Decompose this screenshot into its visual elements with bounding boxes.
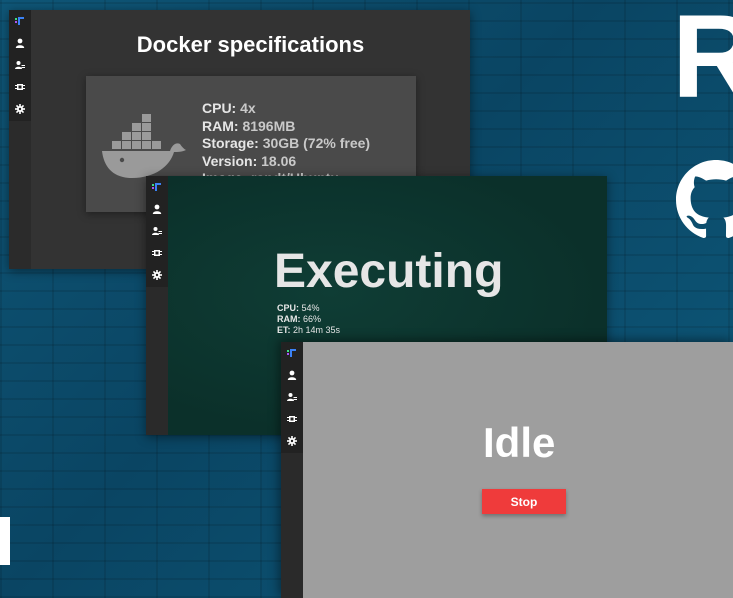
spec-label: Version: [202,152,258,169]
user-management-icon[interactable] [9,54,31,76]
sidebar-empty-area [281,453,303,598]
background-letter: R [672,0,733,123]
sidebar [9,10,31,121]
spec-value: 8196MB [242,117,296,134]
app-logo-icon[interactable] [146,176,168,198]
gear-icon[interactable] [146,264,168,286]
spec-ram: RAM: 8196MB [202,118,370,136]
stop-button[interactable]: Stop [482,489,566,514]
status-heading: Executing [274,245,504,298]
cpu-chip-icon[interactable] [9,76,31,98]
sidebar-empty-area [146,287,168,435]
stat-cpu: CPU: 54% [277,303,340,314]
spec-label: RAM: [202,117,239,134]
spec-value: 18.06 [261,152,297,169]
stat-elapsed-time: ET: 2h 14m 35s [277,325,340,336]
stat-label: CPU: [277,303,299,313]
app-logo-icon[interactable] [9,10,31,32]
spec-version: Version: 18.06 [202,153,370,171]
stat-label: RAM: [277,314,301,324]
user-icon[interactable] [281,364,303,386]
spec-label: CPU: [202,100,237,116]
user-icon[interactable] [9,32,31,54]
user-management-icon[interactable] [146,220,168,242]
app-logo-icon[interactable] [281,342,303,364]
status-heading: Idle [483,419,556,466]
spec-value: 30GB (72% free) [262,135,371,151]
stat-label: ET: [277,325,291,335]
stat-ram: RAM: 66% [277,314,340,325]
docker-spec-list: CPU: 4x RAM: 8196MB Storage: 30GB (72% f… [202,100,370,188]
spec-storage: Storage: 30GB (72% free) [202,135,370,153]
background-shape [0,517,10,565]
cpu-chip-icon[interactable] [146,242,168,264]
user-management-icon[interactable] [281,386,303,408]
user-icon[interactable] [146,198,168,220]
cpu-chip-icon[interactable] [281,408,303,430]
spec-cpu: CPU: 4x [202,100,370,118]
execution-stats: CPU: 54% RAM: 66% ET: 2h 14m 35s [277,303,340,336]
sidebar-empty-area [9,121,31,269]
stat-value: 54% [301,303,320,313]
idle-window: Idle Stop [281,342,733,598]
sidebar [146,176,168,287]
gear-icon[interactable] [9,98,31,120]
page-title: Docker specifications [136,32,365,57]
spec-value: 4x [240,100,256,116]
stat-value: 66% [303,314,322,324]
stat-value: 2h 14m 35s [293,325,341,335]
github-icon [676,160,733,239]
spec-label: Storage: [202,135,259,151]
sidebar [281,342,303,453]
gear-icon[interactable] [281,430,303,452]
docker-whale-icon [102,114,186,178]
